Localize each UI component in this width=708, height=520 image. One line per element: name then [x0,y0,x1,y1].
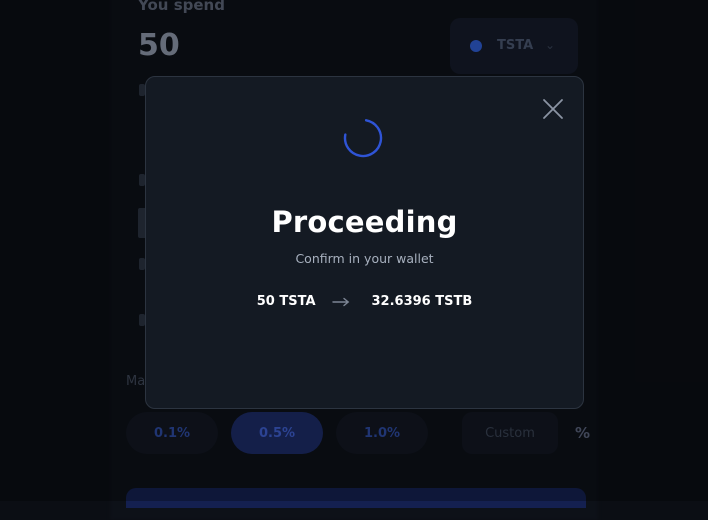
proceeding-modal: Proceeding Confirm in your wallet 50 TST… [145,76,584,409]
arrow-right-icon [331,297,349,306]
spinner-icon [343,118,383,158]
close-icon [543,99,563,119]
modal-title: Proceeding [271,205,458,239]
modal-subtitle: Confirm in your wallet [295,251,434,266]
from-amount: 50 TSTA [256,294,316,309]
swap-summary: 50 TSTA 32.6396 TSTB [146,294,583,309]
to-amount: 32.6396 TSTB [371,294,473,309]
close-button[interactable] [541,97,565,121]
